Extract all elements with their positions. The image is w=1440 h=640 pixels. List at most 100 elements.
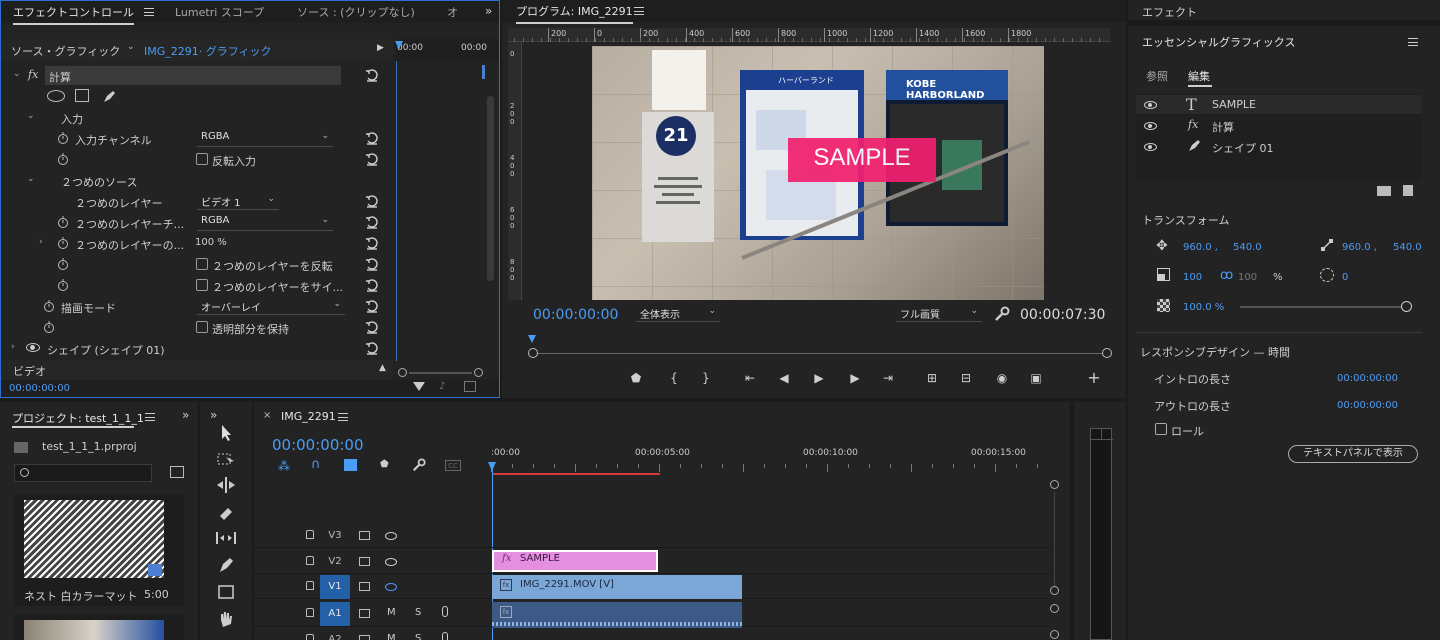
panel-overflow-icon[interactable]: »: [210, 408, 217, 422]
scrub-end-handle[interactable]: [1102, 348, 1112, 358]
second-layer-dropdown[interactable]: ビデオ 1 ⌄: [197, 194, 279, 210]
reset-icon[interactable]: [365, 320, 379, 334]
hamburger-icon[interactable]: [1408, 38, 1418, 46]
play-button[interactable]: ▶: [811, 370, 827, 386]
sync-lock-icon[interactable]: [359, 609, 370, 618]
preserve-transparency-checkbox[interactable]: [196, 321, 208, 333]
layer-row-sample[interactable]: T SAMPLE: [1136, 95, 1422, 115]
ec-scrollbar[interactable]: [487, 96, 494, 281]
anchor-y[interactable]: 540.0: [1393, 242, 1422, 253]
wrench-icon[interactable]: [994, 306, 1010, 322]
sync-lock-icon[interactable]: [359, 557, 370, 566]
opacity-slider-track[interactable]: [1240, 306, 1406, 308]
lock-icon[interactable]: [306, 634, 314, 640]
mark-in-button[interactable]: {: [666, 370, 682, 386]
new-search-bin-icon[interactable]: [170, 466, 184, 478]
sequence-tab[interactable]: IMG_2291: [281, 410, 336, 423]
project-search-input[interactable]: [14, 464, 152, 482]
linked-selection-icon[interactable]: [344, 459, 357, 471]
lock-icon[interactable]: [306, 581, 314, 590]
mute-button[interactable]: M: [387, 607, 396, 618]
chevron-down-icon[interactable]: ⌄: [27, 111, 35, 121]
reset-icon[interactable]: [365, 194, 379, 208]
ec-playhead[interactable]: [395, 41, 403, 49]
solo-button[interactable]: S: [415, 633, 421, 640]
clip-audio[interactable]: fx: [492, 602, 742, 628]
scroll-low-handle[interactable]: [1050, 604, 1059, 613]
selection-tool[interactable]: [214, 422, 238, 444]
chevron-down-icon[interactable]: ⌄: [27, 174, 35, 184]
track-id[interactable]: V3: [320, 524, 350, 548]
quality-dropdown[interactable]: フル画質 ⌄: [896, 306, 982, 322]
go-to-out-button[interactable]: ⇥: [880, 370, 896, 386]
track-id[interactable]: V2: [320, 550, 350, 574]
hamburger-icon[interactable]: [634, 7, 644, 15]
reset-icon[interactable]: [365, 215, 379, 229]
panel-overflow-icon[interactable]: »: [182, 408, 189, 422]
program-title[interactable]: プログラム: IMG_2291: [516, 3, 633, 24]
reset-icon[interactable]: [365, 68, 379, 82]
track-id[interactable]: V1: [320, 575, 350, 599]
stretch-second-checkbox[interactable]: [196, 279, 208, 291]
link-chain-icon[interactable]: ꝏ: [1220, 268, 1233, 283]
step-back-button[interactable]: ◀: [776, 370, 792, 386]
program-timecode-current[interactable]: 00:00:00:00: [533, 307, 618, 323]
panel-overflow-icon[interactable]: »: [485, 4, 492, 18]
pen-mask-icon[interactable]: [101, 89, 117, 105]
ec-time-ruler[interactable]: 00:00 00:00: [395, 39, 499, 61]
fx-icon[interactable]: fx: [28, 68, 38, 81]
lock-icon[interactable]: [306, 530, 314, 539]
lock-icon[interactable]: [306, 608, 314, 617]
go-to-in-button[interactable]: ⇤: [742, 370, 758, 386]
ec-zoom-bar[interactable]: [409, 372, 472, 374]
project-tab[interactable]: プロジェクト: test_1_1_1: [12, 410, 144, 426]
hamburger-icon[interactable]: [145, 413, 155, 421]
track-select-tool[interactable]: [214, 448, 238, 470]
tab-edit[interactable]: 編集: [1188, 68, 1210, 84]
timeline-wrench-icon[interactable]: [412, 458, 426, 472]
blend-mode-dropdown[interactable]: オーバーレイ ⌄: [197, 299, 345, 315]
solo-button[interactable]: S: [415, 607, 421, 618]
scrub-start-handle[interactable]: [528, 348, 538, 358]
reset-icon[interactable]: [365, 341, 379, 355]
stopwatch-icon[interactable]: [57, 258, 69, 270]
reset-icon[interactable]: [365, 257, 379, 271]
eye-icon[interactable]: [1144, 143, 1157, 151]
layer-row-calc[interactable]: fx 計算: [1136, 116, 1422, 136]
zoom-out-circle-icon[interactable]: [398, 368, 407, 377]
lift-button[interactable]: ⊞: [924, 370, 940, 386]
scroll-bottom-handle[interactable]: [1050, 630, 1059, 639]
timeline-ruler[interactable]: :00:00 00:00:05:00 00:00:10:00 00:00:15:00: [491, 446, 1051, 474]
add-marker-button[interactable]: ⬟: [628, 370, 644, 386]
eye-icon[interactable]: [26, 343, 40, 352]
scroll-top-handle[interactable]: [1050, 480, 1059, 489]
project-item-tile[interactable]: ネスト 白カラーマット 5:00: [14, 494, 184, 606]
roll-checkbox[interactable]: [1155, 423, 1167, 435]
clip-label[interactable]: IMG_2291· グラフィック: [144, 43, 272, 59]
effect-name-box[interactable]: [45, 66, 341, 85]
invert-input-checkbox[interactable]: [196, 153, 208, 165]
second-layer-opacity-value[interactable]: 100 %: [195, 237, 227, 248]
ripple-edit-tool[interactable]: [214, 474, 238, 496]
rectangle-tool[interactable]: [214, 581, 238, 603]
tab-browse[interactable]: 参照: [1146, 68, 1168, 84]
stopwatch-icon[interactable]: [57, 132, 69, 144]
snap-nest-icon[interactable]: ⁂: [278, 459, 290, 473]
collapse-up-icon[interactable]: ▲: [379, 363, 386, 373]
snap-magnet-icon[interactable]: ∩: [311, 457, 321, 472]
mark-out-button[interactable]: }: [698, 370, 714, 386]
reset-icon[interactable]: [365, 152, 379, 166]
audio-icon[interactable]: ♪: [439, 381, 445, 392]
sync-lock-icon[interactable]: [359, 582, 370, 591]
zoom-dropdown[interactable]: 全体表示 ⌄: [636, 306, 720, 322]
input-channel-dropdown[interactable]: RGBA ⌄: [197, 131, 333, 147]
microphone-icon[interactable]: [442, 606, 448, 617]
comparison-view-button[interactable]: ▣: [1028, 370, 1044, 386]
anchor-x[interactable]: 960.0 ,: [1342, 242, 1377, 253]
intro-value[interactable]: 00:00:00:00: [1337, 373, 1398, 384]
video-frame[interactable]: 21 ハーバーランド KOBE HARBORLAND SAMPLE: [592, 46, 1044, 300]
scale-width[interactable]: 100: [1183, 272, 1202, 283]
invert-second-checkbox[interactable]: [196, 258, 208, 270]
opacity-value[interactable]: 100.0 %: [1183, 302, 1224, 313]
clip-sample[interactable]: fx SAMPLE: [492, 550, 658, 572]
